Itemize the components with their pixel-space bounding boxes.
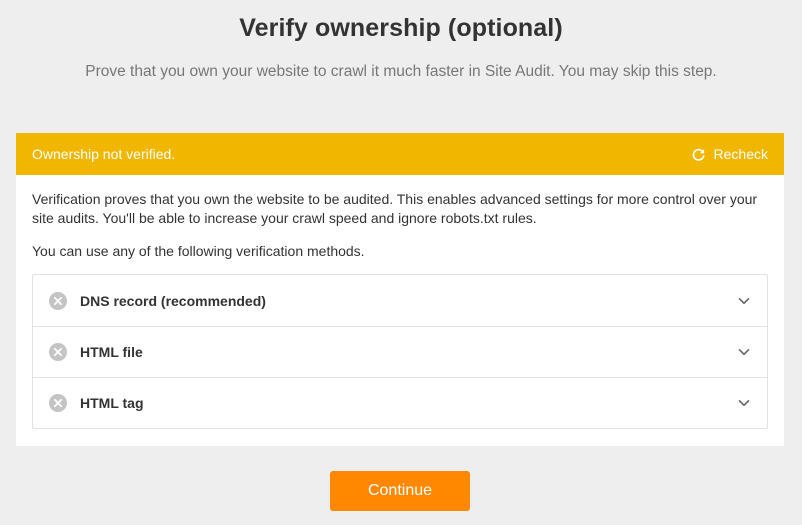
verification-card: Ownership not verified. Recheck Verifica… (16, 133, 784, 446)
verification-methods-list: DNS record (recommended) HTML file HTML … (32, 274, 768, 429)
continue-button[interactable]: Continue (330, 471, 470, 511)
method-html-file[interactable]: HTML file (33, 326, 767, 377)
verify-ownership-page: Verify ownership (optional) Prove that y… (0, 0, 802, 525)
methods-intro: You can use any of the following verific… (32, 243, 365, 259)
recheck-button[interactable]: Recheck (691, 146, 768, 162)
chevron-down-icon[interactable] (737, 396, 751, 410)
method-label: DNS record (recommended) (80, 292, 266, 309)
method-label: HTML tag (80, 395, 144, 411)
verification-description: Verification proves that you own the web… (32, 191, 758, 226)
status-banner: Ownership not verified. Recheck (16, 133, 784, 175)
page-subtitle: Prove that you own your website to crawl… (85, 63, 717, 80)
page-title: Verify ownership (optional) (239, 14, 563, 42)
status-text: Ownership not verified. (32, 146, 176, 162)
not-verified-x-icon (49, 291, 67, 310)
not-verified-x-icon (49, 394, 67, 412)
recheck-label: Recheck (713, 146, 768, 162)
chevron-down-icon[interactable] (737, 294, 751, 308)
method-html-tag[interactable]: HTML tag (33, 377, 767, 428)
chevron-down-icon[interactable] (737, 345, 751, 359)
method-dns-record[interactable]: DNS record (recommended) (33, 275, 767, 326)
refresh-icon (691, 147, 706, 162)
not-verified-x-icon (49, 343, 67, 361)
method-label: HTML file (80, 344, 143, 360)
